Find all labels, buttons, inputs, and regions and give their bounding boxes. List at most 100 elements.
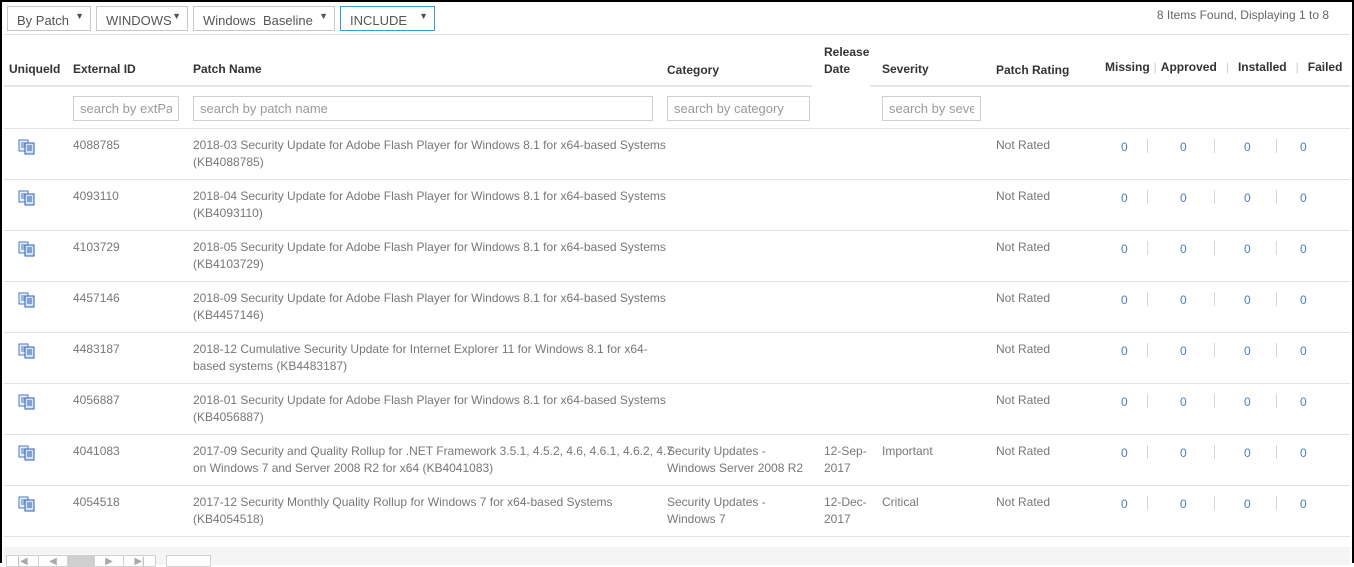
approved-count-link[interactable]: 0 [1180,446,1187,460]
approved-count-link[interactable]: 0 [1180,242,1187,256]
copy-icon[interactable] [18,292,36,308]
installed-count-link[interactable]: 0 [1244,191,1251,205]
missing-count-link[interactable]: 0 [1121,293,1128,307]
missing-count-link[interactable]: 0 [1121,497,1128,511]
table-row[interactable]: 4041083 2017-09 Security and Quality Roll… [4,435,1350,486]
category-line2: Windows Server 2008 R2 [667,461,804,475]
baseline-select-value: Windows Baseline [203,13,313,28]
column-header-release-date[interactable]: Release Date [824,44,869,78]
category-search-input[interactable] [667,96,810,121]
installed-count-link[interactable]: 0 [1244,293,1251,307]
installed-count-link[interactable]: 0 [1244,140,1251,154]
patch-name-line1: 2018-05 Security Update for Adobe Flash … [193,240,666,254]
patch-name-line2: (KB4056887) [193,410,264,424]
include-select[interactable]: INCLUDE ▼ [340,6,435,31]
external-id-cell: 4483187 [73,342,120,356]
copy-icon[interactable] [18,190,36,206]
external-id-cell: 4041083 [73,444,120,458]
failed-count-link[interactable]: 0 [1300,446,1307,460]
category-line2: Windows 7 [667,512,726,526]
release-date-line2: 2017 [824,461,851,475]
failed-count-link[interactable]: 0 [1300,344,1307,358]
column-header-approved[interactable]: Approved [1161,60,1217,74]
baseline-select[interactable]: Windows Baseline ▼ [193,6,335,31]
external-id-search-input[interactable] [73,96,179,121]
missing-count-link[interactable]: 0 [1121,140,1128,154]
column-header-external-id[interactable]: External ID [73,61,136,78]
table-row[interactable]: 4483187 2018-12 Cumulative Security Updat… [4,333,1350,384]
copy-icon[interactable] [18,496,36,512]
installed-count-link[interactable]: 0 [1244,497,1251,511]
column-header-missing[interactable]: Missing [1105,60,1150,74]
missing-count-link[interactable]: 0 [1121,191,1128,205]
table-row[interactable]: 4054518 2017-12 Security Monthly Quality … [4,486,1350,537]
patch-name-search-input[interactable] [193,96,653,121]
installed-count-link[interactable]: 0 [1244,395,1251,409]
toolbar: By Patch ▼ WINDOWS ▼ Windows Baseline ▼ … [7,6,435,32]
approved-count-link[interactable]: 0 [1180,293,1187,307]
table-row[interactable]: 4457146 2018-09 Security Update for Adobe… [4,282,1350,333]
column-header-severity[interactable]: Severity [882,61,929,78]
failed-count-link[interactable]: 0 [1300,497,1307,511]
separator [1214,190,1215,204]
table-row[interactable]: 4088785 2018-03 Security Update for Adobe… [4,129,1350,180]
missing-count-link[interactable]: 0 [1121,446,1128,460]
missing-count-link[interactable]: 0 [1121,344,1128,358]
installed-count-link[interactable]: 0 [1244,344,1251,358]
patch-name-line2: (KB4054518) [193,512,264,526]
installed-count-link[interactable]: 0 [1244,446,1251,460]
release-date-cell: 12-Sep- 2017 [824,443,867,477]
view-select-value: By Patch [17,13,70,28]
pager-last-button[interactable]: ▶| [123,555,156,567]
failed-count-link[interactable]: 0 [1300,191,1307,205]
separator [1147,445,1148,459]
table-row[interactable]: 4056887 2018-01 Security Update for Adobe… [4,384,1350,435]
divider [4,34,1350,35]
table-row[interactable]: 4103729 2018-05 Security Update for Adobe… [4,231,1350,282]
failed-count-link[interactable]: 0 [1300,242,1307,256]
copy-icon[interactable] [18,394,36,410]
pager-prev-button[interactable]: ◀ [38,555,68,567]
approved-count-link[interactable]: 0 [1180,344,1187,358]
copy-icon[interactable] [18,343,36,359]
severity-search-input[interactable] [882,96,981,121]
approved-count-link[interactable]: 0 [1180,395,1187,409]
chevron-down-icon: ▼ [319,11,328,21]
external-id-cell: 4457146 [73,291,120,305]
pager-first-button[interactable]: |◀ [6,555,39,567]
column-header-patch-rating[interactable]: Patch Rating [996,62,1069,79]
patch-name-line2: (KB4093110) [193,206,263,220]
failed-count-link[interactable]: 0 [1300,140,1307,154]
patch-name-cell: 2018-04 Security Update for Adobe Flash … [193,188,666,222]
chevron-down-icon: ▼ [75,11,84,21]
failed-count-link[interactable]: 0 [1300,395,1307,409]
approved-count-link[interactable]: 0 [1180,497,1187,511]
pager-next-button[interactable]: ▶ [94,555,124,567]
table-row[interactable]: 4093110 2018-04 Security Update for Adobe… [4,180,1350,231]
severity-cell: Important [882,444,933,458]
chevron-down-icon: ▼ [419,11,428,21]
patch-rating-cell: Not Rated [996,444,1051,458]
column-header-unique-id[interactable]: UniqueId [9,61,60,78]
column-header-patch-name[interactable]: Patch Name [193,61,262,78]
copy-icon[interactable] [18,445,36,461]
column-header-category[interactable]: Category [667,62,719,79]
external-id-cell: 4103729 [73,240,120,254]
page-size-input[interactable] [166,555,211,567]
patch-name-cell: 2018-03 Security Update for Adobe Flash … [193,137,666,171]
missing-count-link[interactable]: 0 [1121,242,1128,256]
os-select[interactable]: WINDOWS ▼ [96,6,188,31]
approved-count-link[interactable]: 0 [1180,140,1187,154]
view-select[interactable]: By Patch ▼ [7,6,91,31]
approved-count-link[interactable]: 0 [1180,191,1187,205]
patch-name-line1: 2018-01 Security Update for Adobe Flash … [193,393,666,407]
pager-current-page[interactable] [67,555,95,567]
installed-count-link[interactable]: 0 [1244,242,1251,256]
copy-icon[interactable] [18,241,36,257]
copy-icon[interactable] [18,139,36,155]
separator [1147,343,1148,357]
column-header-installed[interactable]: Installed [1238,60,1287,74]
missing-count-link[interactable]: 0 [1121,395,1128,409]
failed-count-link[interactable]: 0 [1300,293,1307,307]
column-header-failed[interactable]: Failed [1308,60,1343,74]
